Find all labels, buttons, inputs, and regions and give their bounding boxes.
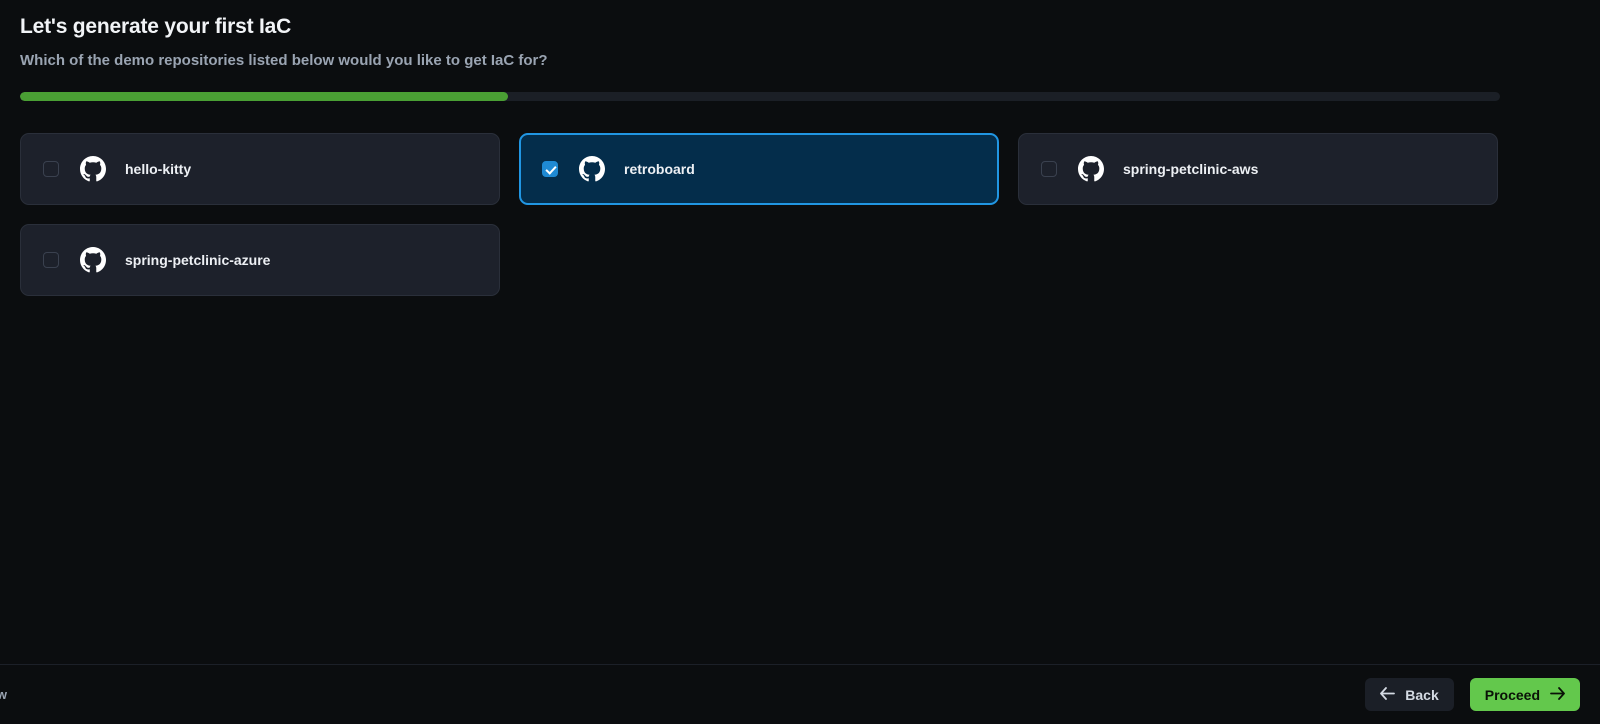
page-title: Let's generate your first IaC	[20, 15, 292, 38]
footer-bar: for now Back Proceed	[0, 664, 1600, 724]
back-button[interactable]: Back	[1365, 678, 1454, 711]
repository-checkbox[interactable]	[43, 252, 59, 268]
repository-name: spring-petclinic-aws	[1123, 161, 1259, 177]
page-subtitle: Which of the demo repositories listed be…	[20, 52, 548, 69]
repository-name: retroboard	[624, 161, 695, 177]
github-icon	[80, 156, 106, 182]
repository-name: spring-petclinic-azure	[125, 252, 271, 268]
repository-checkbox[interactable]	[1041, 161, 1057, 177]
skip-link[interactable]: for now	[0, 687, 7, 702]
page-header: Let's generate your first IaC Which of t…	[0, 0, 1600, 71]
proceed-button[interactable]: Proceed	[1469, 678, 1580, 711]
arrow-right-icon	[1550, 686, 1565, 703]
repository-card[interactable]: hello-kitty	[20, 133, 500, 205]
progress-fill	[20, 92, 509, 101]
onboarding-page: Let's generate your first IaC Which of t…	[0, 0, 1600, 724]
back-button-label: Back	[1405, 686, 1439, 703]
repository-card[interactable]: spring-petclinic-aws	[1018, 133, 1498, 205]
onboarding-progress-bar	[20, 92, 1500, 101]
github-icon	[579, 156, 605, 182]
repository-checkbox[interactable]	[43, 161, 59, 177]
github-icon	[1078, 156, 1104, 182]
proceed-button-label: Proceed	[1484, 686, 1540, 703]
repository-checkbox[interactable]	[542, 161, 558, 177]
repository-card[interactable]: retroboard	[519, 133, 999, 205]
footer-actions: Back Proceed	[1365, 678, 1580, 711]
repository-list: hello-kitty retroboard spring-petclinic-aw…	[20, 133, 1500, 296]
github-icon	[80, 247, 106, 273]
arrow-left-icon	[1380, 686, 1396, 703]
repository-name: hello-kitty	[125, 161, 192, 177]
repository-card[interactable]: spring-petclinic-azure	[20, 224, 500, 296]
